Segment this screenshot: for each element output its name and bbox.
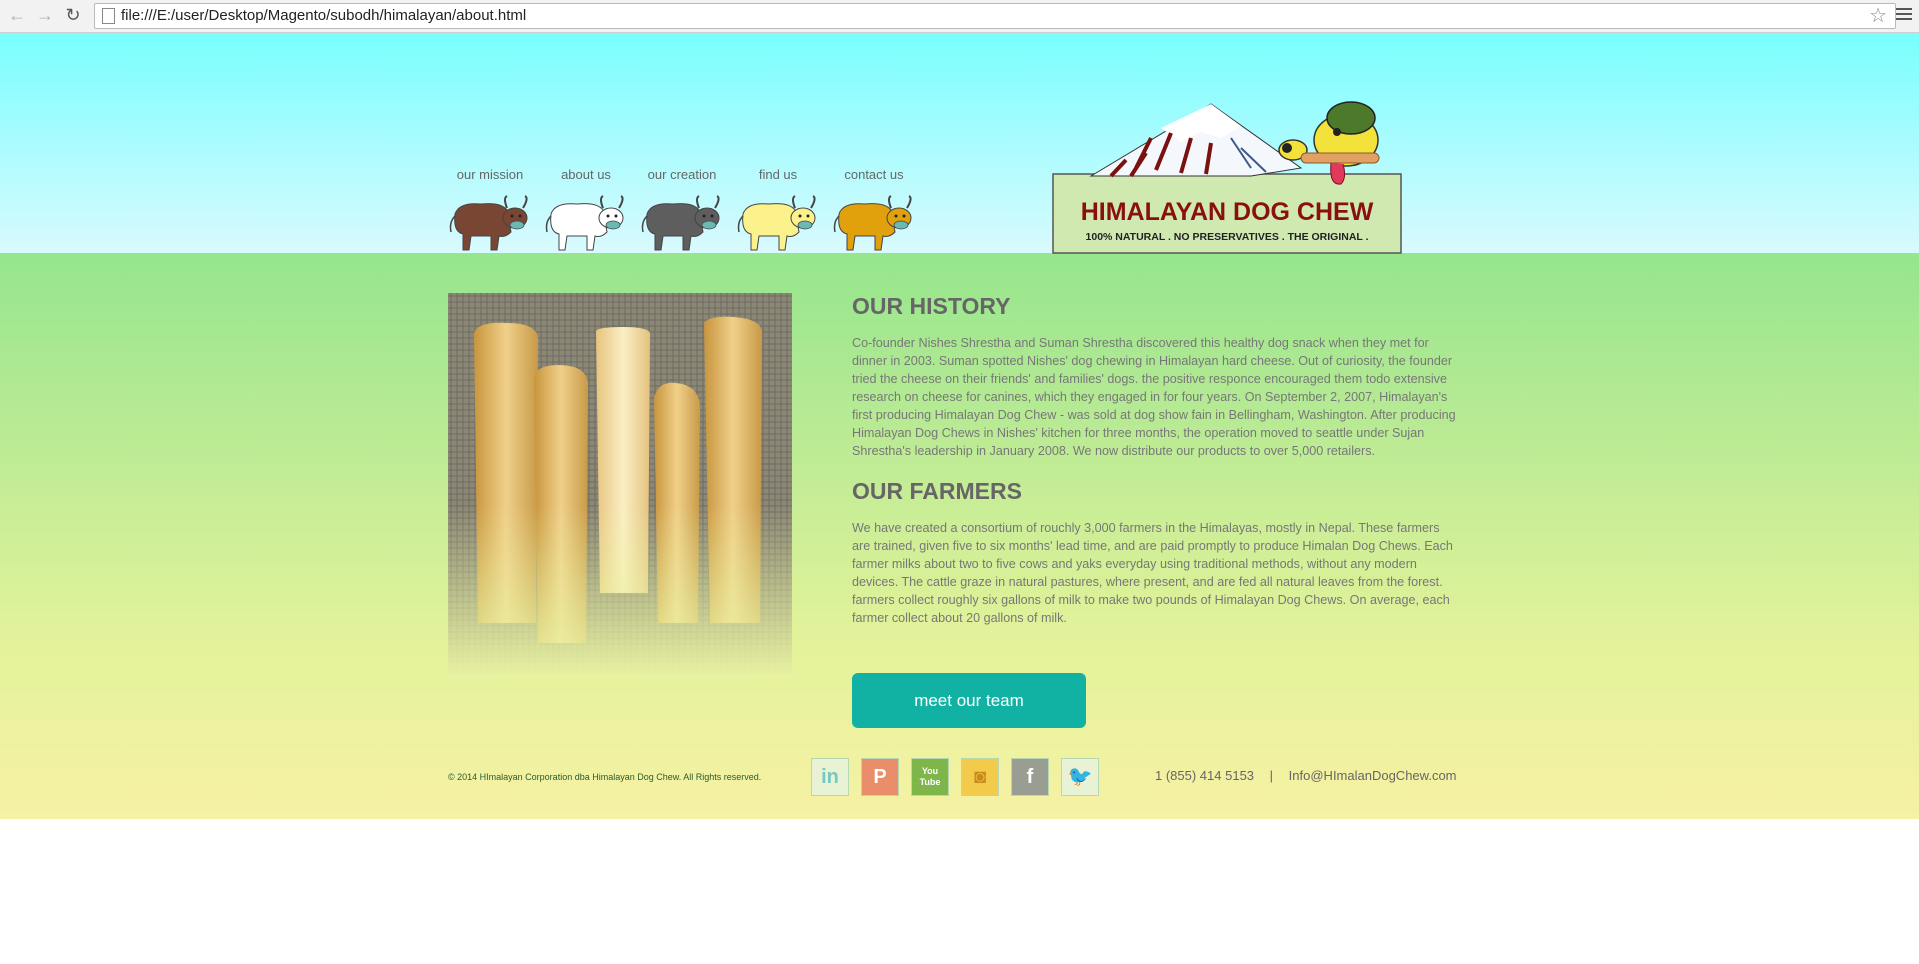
about-content: OUR HISTORY Co-founder Nishes Shrestha a… <box>852 293 1456 645</box>
linkedin-icon[interactable]: in <box>811 758 849 796</box>
page-content: our mission about us our creation find us co… <box>0 33 1919 819</box>
farmers-heading: OUR FARMERS <box>852 478 1022 504</box>
nav-label: our mission <box>456 167 524 182</box>
url-text[interactable]: file:///E:/user/Desktop/Magento/subodh/h… <box>121 7 526 24</box>
dog-chew-photo <box>448 293 792 678</box>
browser-menu-icon[interactable] <box>1896 5 1912 25</box>
youtube-icon[interactable]: You Tube <box>911 758 949 796</box>
nav-item-our-creation[interactable]: our creation <box>632 167 732 254</box>
yak-icon <box>449 195 528 251</box>
history-heading: OUR HISTORY <box>852 293 1011 319</box>
yak-icon <box>641 195 720 251</box>
browser-toolbar: ← → ↻ file:///E:/user/Desktop/Magento/su… <box>0 0 1919 33</box>
nav-item-our-mission[interactable]: our mission <box>440 167 540 254</box>
nav-label: our creation <box>647 167 717 182</box>
forward-arrow-icon[interactable]: → <box>34 4 56 26</box>
himalayan-dog-chew-logo[interactable]: HIMALAYAN DOG CHEW 100% NATURAL . NO PRE… <box>1051 98 1403 255</box>
logo-tagline: 100% NATURAL . NO PRESERVATIVES . THE OR… <box>1086 231 1369 243</box>
nav-item-find-us[interactable]: find us <box>728 167 828 254</box>
contact-separator: | <box>1269 768 1274 783</box>
instagram-icon[interactable]: ◙ <box>961 758 999 796</box>
nav-item-about-us[interactable]: about us <box>536 167 636 254</box>
bookmark-star-icon[interactable]: ☆ <box>1869 4 1887 28</box>
pinterest-icon[interactable]: P <box>861 758 899 796</box>
yak-icon <box>833 195 912 251</box>
email-link[interactable]: Info@HImalanDogChew.com <box>1289 768 1457 783</box>
phone-number: 1 (855) 414 5153 <box>1155 768 1255 783</box>
nav-label: contact us <box>844 167 904 182</box>
logo-title: HIMALAYAN DOG CHEW <box>1081 198 1374 226</box>
page-icon <box>102 8 115 24</box>
main-nav: our mission about us our creation find us co… <box>440 167 960 287</box>
contact-info: 1 (855) 414 5153 | Info@HImalanDogChew.c… <box>1155 768 1457 783</box>
reload-icon[interactable]: ↻ <box>62 4 84 26</box>
nav-item-contact-us[interactable]: contact us <box>824 167 924 254</box>
yak-icon <box>545 195 624 251</box>
copyright-text: © 2014 HImalayan Corporation dba Himalay… <box>448 772 762 782</box>
twitter-icon[interactable]: 🐦 <box>1061 758 1099 796</box>
facebook-icon[interactable]: f <box>1011 758 1049 796</box>
address-bar[interactable]: file:///E:/user/Desktop/Magento/subodh/h… <box>94 3 1896 29</box>
meet-our-team-button[interactable]: meet our team <box>852 673 1086 728</box>
nav-label: find us <box>758 167 798 182</box>
farmers-text: We have created a consortium of rouchly … <box>852 521 1453 625</box>
yak-icon <box>737 195 816 251</box>
back-arrow-icon[interactable]: ← <box>6 4 28 26</box>
nav-label: about us <box>561 167 611 182</box>
history-text: Co-founder Nishes Shrestha and Suman Shr… <box>852 336 1456 458</box>
